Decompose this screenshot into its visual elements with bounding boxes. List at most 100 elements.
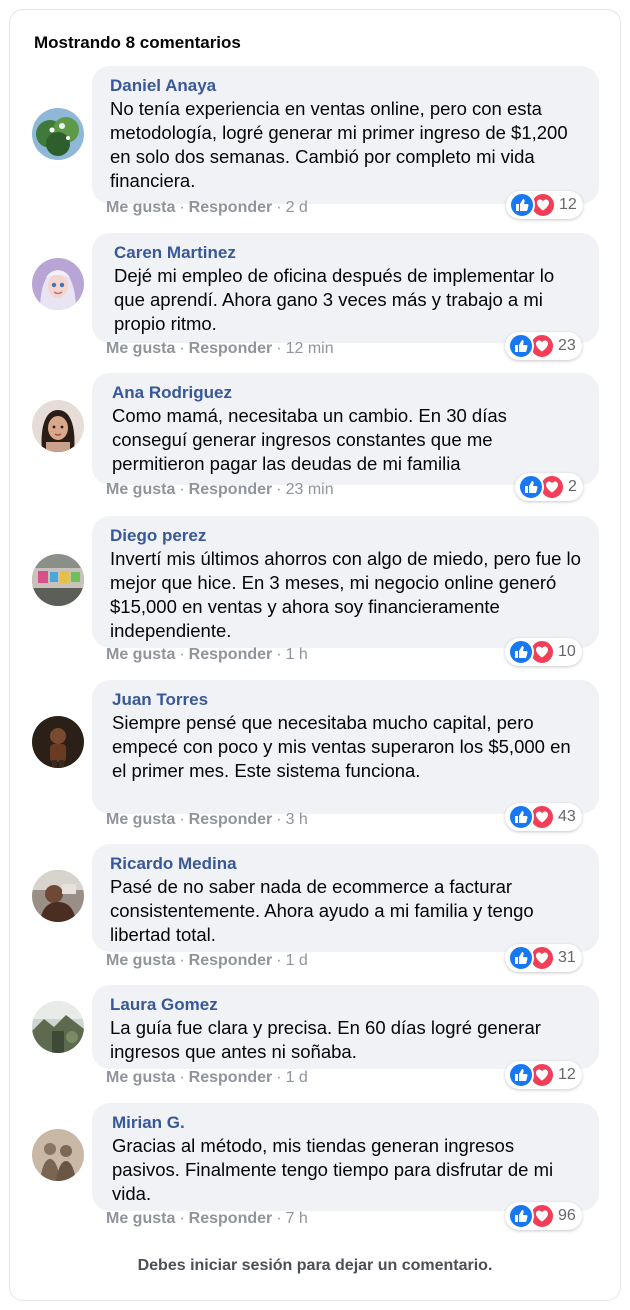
comment-text: Dejé mi empleo de oficina después de imp…	[114, 265, 555, 334]
separator-dot: ·	[276, 811, 282, 828]
comment-bubble: Diego perez Invertí mis últimos ahorros …	[92, 516, 599, 648]
cartoon-character-avatar-icon	[32, 258, 84, 310]
like-reaction-icon	[509, 192, 535, 218]
comment-author[interactable]: Ana Rodriguez	[112, 382, 585, 404]
like-link[interactable]: Me gusta	[106, 199, 175, 216]
like-reaction-icon	[508, 333, 534, 359]
separator-dot: ·	[276, 1210, 282, 1227]
reply-link[interactable]: Responder	[189, 481, 273, 498]
separator-dot: ·	[276, 1069, 282, 1086]
comment-text: Siempre pensé que necesitaba mucho capit…	[112, 712, 571, 781]
reaction-count: 2	[568, 478, 577, 495]
separator-dot: ·	[179, 646, 185, 663]
avatar[interactable]	[32, 870, 84, 922]
reaction-count: 31	[558, 949, 576, 966]
nature-photo-avatar-icon	[32, 108, 84, 160]
reaction-count: 12	[559, 196, 577, 213]
reply-link[interactable]: Responder	[189, 1210, 273, 1227]
reply-link[interactable]: Responder	[189, 811, 273, 828]
avatar[interactable]	[32, 1129, 84, 1181]
like-link[interactable]: Me gusta	[106, 481, 175, 498]
comment-author[interactable]: Laura Gomez	[110, 994, 585, 1016]
reactions-summary[interactable]: 43	[505, 803, 582, 831]
reply-link[interactable]: Responder	[189, 646, 273, 663]
comment-time[interactable]: 1 d	[286, 1069, 308, 1086]
separator-dot: ·	[276, 199, 282, 216]
comment-time[interactable]: 7 h	[286, 1210, 308, 1227]
comment-text: No tenía experiencia en ventas online, p…	[110, 98, 568, 191]
comment-time[interactable]: 23 min	[286, 481, 334, 498]
comment-author[interactable]: Juan Torres	[112, 689, 585, 711]
like-reaction-icon	[508, 639, 534, 665]
comment-text: Como mamá, necesitaba un cambio. En 30 d…	[112, 405, 507, 474]
reaction-count: 12	[558, 1066, 576, 1083]
reply-link[interactable]: Responder	[189, 199, 273, 216]
separator-dot: ·	[276, 646, 282, 663]
separator-dot: ·	[276, 340, 282, 357]
reply-link[interactable]: Responder	[189, 1069, 273, 1086]
separator-dot: ·	[179, 952, 185, 969]
separator-dot: ·	[276, 481, 282, 498]
comment-author[interactable]: Caren Martinez	[114, 242, 585, 264]
separator-dot: ·	[179, 340, 185, 357]
comment-actions: Me gusta · Responder · 1 d	[106, 1068, 308, 1088]
comment-bubble: Ricardo Medina Pasé de no saber nada de …	[92, 844, 599, 952]
reaction-count: 23	[558, 337, 576, 354]
like-link[interactable]: Me gusta	[106, 811, 175, 828]
like-link[interactable]: Me gusta	[106, 646, 175, 663]
like-link[interactable]: Me gusta	[106, 952, 175, 969]
avatar[interactable]	[32, 108, 84, 160]
reactions-summary[interactable]: 12	[505, 1061, 582, 1089]
reactions-summary[interactable]: 23	[505, 332, 582, 360]
comment-bubble: Caren Martinez Dejé mi empleo de oficina…	[92, 233, 599, 343]
avatar[interactable]	[32, 716, 84, 768]
separator-dot: ·	[179, 1069, 185, 1086]
comment-bubble: Ana Rodriguez Como mamá, necesitaba un c…	[92, 373, 599, 485]
like-reaction-icon	[508, 804, 534, 830]
avatar[interactable]	[32, 554, 84, 606]
avatar[interactable]	[32, 258, 84, 310]
reply-link[interactable]: Responder	[189, 952, 273, 969]
like-link[interactable]: Me gusta	[106, 1210, 175, 1227]
reactions-summary[interactable]: 2	[515, 473, 583, 501]
comment-bubble: Mirian G. Gracias al método, mis tiendas…	[92, 1103, 599, 1211]
reaction-count: 10	[558, 643, 576, 660]
reactions-summary[interactable]: 31	[505, 944, 582, 972]
reply-link[interactable]: Responder	[189, 340, 273, 357]
comment-actions: Me gusta · Responder · 1 d	[106, 951, 308, 971]
comment-bubble: Laura Gomez La guía fue clara y precisa.…	[92, 985, 599, 1069]
comment-actions: Me gusta · Responder · 2 d	[106, 198, 308, 218]
comment-time[interactable]: 12 min	[286, 340, 334, 357]
like-link[interactable]: Me gusta	[106, 1069, 175, 1086]
like-reaction-icon	[518, 474, 544, 500]
login-prompt: Debes iniciar sesión para dejar un comen…	[137, 1257, 493, 1274]
comment-actions: Me gusta · Responder · 12 min	[106, 339, 334, 359]
woman-portrait-avatar-icon	[32, 400, 84, 452]
man-dark-photo-avatar-icon	[32, 716, 84, 768]
comment-actions: Me gusta · Responder · 1 h	[106, 645, 308, 665]
comment-time[interactable]: 2 d	[286, 199, 308, 216]
comment-time[interactable]: 1 h	[286, 646, 308, 663]
comment-author[interactable]: Ricardo Medina	[110, 853, 585, 875]
like-link[interactable]: Me gusta	[106, 340, 175, 357]
comment-actions: Me gusta · Responder · 23 min	[106, 480, 334, 500]
reactions-summary[interactable]: 12	[506, 191, 583, 219]
reaction-count: 43	[558, 808, 576, 825]
avatar[interactable]	[32, 400, 84, 452]
comment-actions: Me gusta · Responder · 3 h	[106, 810, 308, 830]
comment-author[interactable]: Mirian G.	[112, 1112, 585, 1134]
comment-actions: Me gusta · Responder · 7 h	[106, 1209, 308, 1229]
comment-time[interactable]: 1 d	[286, 952, 308, 969]
reactions-summary[interactable]: 10	[505, 638, 582, 666]
separator-dot: ·	[179, 199, 185, 216]
comment-author[interactable]: Diego perez	[110, 525, 585, 547]
reactions-summary[interactable]: 96	[505, 1202, 582, 1230]
comment-bubble: Daniel Anaya No tenía experiencia en ven…	[92, 66, 599, 204]
like-reaction-icon	[508, 1062, 534, 1088]
man-photo-avatar-icon	[32, 870, 84, 922]
comment-author[interactable]: Daniel Anaya	[110, 75, 585, 97]
like-reaction-icon	[508, 945, 534, 971]
avatar[interactable]	[32, 1001, 84, 1053]
comment-time[interactable]: 3 h	[286, 811, 308, 828]
sepia-people-avatar-icon	[32, 1129, 84, 1181]
